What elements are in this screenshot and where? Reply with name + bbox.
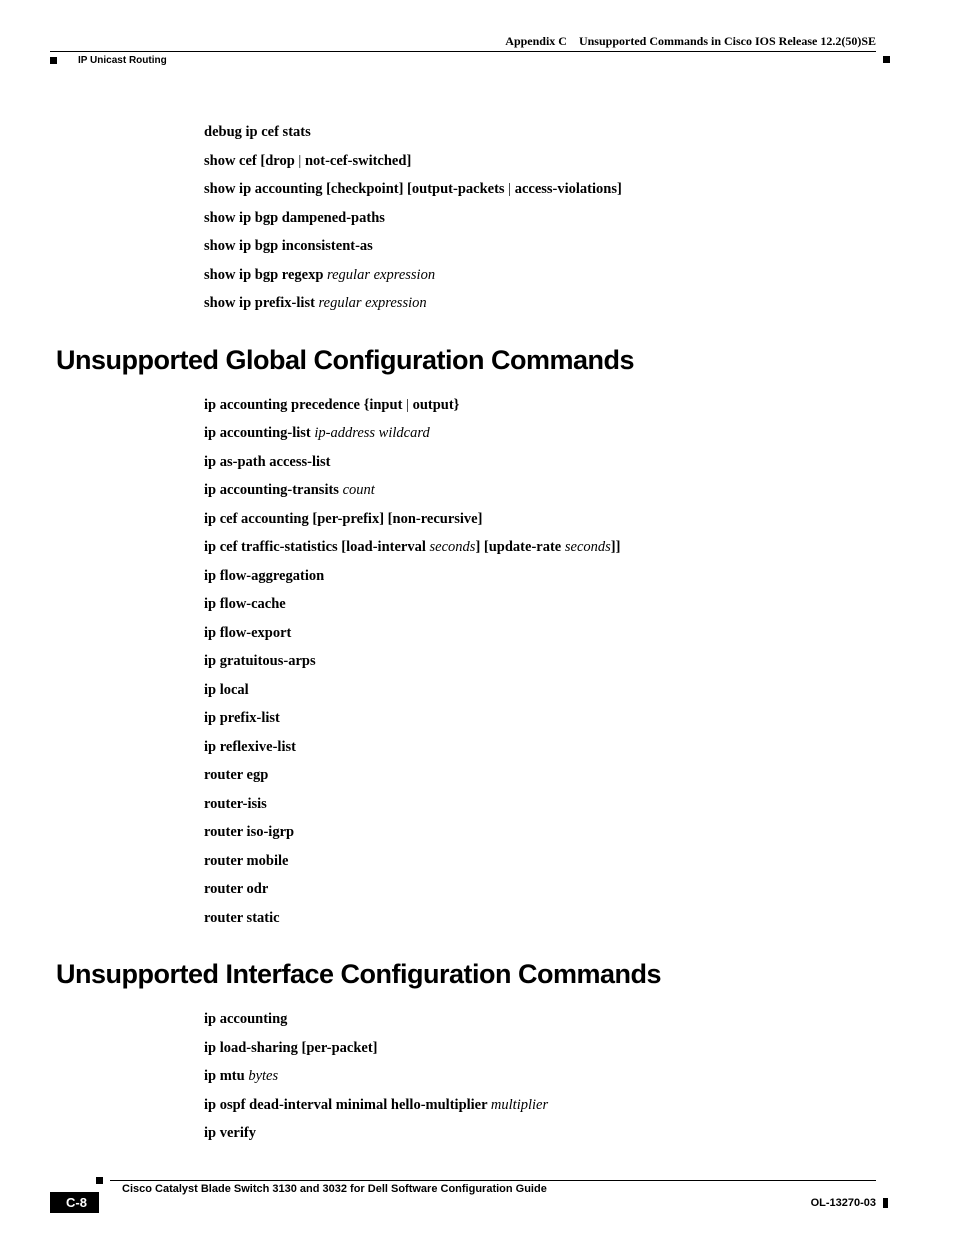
command-line: ip flow-export (204, 626, 876, 641)
command-line: ip as-path access-list (204, 455, 876, 470)
command-block-1: debug ip cef stats show cef [drop | not-c… (204, 125, 876, 311)
command-line: router mobile (204, 854, 876, 869)
command-line: router odr (204, 882, 876, 897)
command-line: show ip bgp inconsistent-as (204, 239, 876, 254)
command-line: ip accounting-list ip-address wildcard (204, 426, 876, 441)
section-title: IP Unicast Routing (50, 55, 876, 66)
page-footer: Cisco Catalyst Blade Switch 3130 and 303… (50, 1180, 876, 1195)
heading-global-config: Unsupported Global Configuration Command… (56, 345, 876, 376)
command-line: show ip bgp regexp regular expression (204, 268, 876, 283)
command-line: show cef [drop | not-cef-switched] (204, 154, 876, 169)
command-line: ip prefix-list (204, 711, 876, 726)
section-header: IP Unicast Routing (50, 55, 876, 69)
command-line: router-isis (204, 797, 876, 812)
command-line: show ip bgp dampened-paths (204, 211, 876, 226)
command-line: debug ip cef stats (204, 125, 876, 140)
command-line: show ip prefix-list regular expression (204, 296, 876, 311)
appendix-label: Appendix C (505, 34, 567, 48)
page-content: debug ip cef stats show cef [drop | not-c… (56, 125, 876, 1155)
command-line: router static (204, 911, 876, 926)
command-line: ip verify (204, 1126, 876, 1141)
heading-interface-config: Unsupported Interface Configuration Comm… (56, 959, 876, 990)
running-header: Appendix C Unsupported Commands in Cisco… (50, 34, 876, 56)
command-line: ip load-sharing [per-packet] (204, 1041, 876, 1056)
command-line: ip accounting (204, 1012, 876, 1027)
header-marker-icon (883, 56, 890, 63)
command-line: ip cef traffic-statistics [load-interval… (204, 540, 876, 555)
command-line: show ip accounting [checkpoint] [output-… (204, 182, 876, 197)
page-number: C-8 (50, 1192, 99, 1213)
command-line: ip gratuitous-arps (204, 654, 876, 669)
header-marker-icon (50, 57, 57, 64)
command-line: router egp (204, 768, 876, 783)
command-block-2: ip accounting precedence {input | output… (204, 398, 876, 926)
command-line: ip ospf dead-interval minimal hello-mult… (204, 1098, 876, 1113)
doc-marker-icon (883, 1198, 888, 1208)
command-line: ip accounting-transits count (204, 483, 876, 498)
command-line: ip cef accounting [per-prefix] [non-recu… (204, 512, 876, 527)
command-line: ip mtu bytes (204, 1069, 876, 1084)
command-block-3: ip accounting ip load-sharing [per-packet… (204, 1012, 876, 1141)
command-line: ip accounting precedence {input | output… (204, 398, 876, 413)
command-line: ip reflexive-list (204, 740, 876, 755)
command-line: router iso-igrp (204, 825, 876, 840)
command-line: ip flow-aggregation (204, 569, 876, 584)
footer-marker-icon (96, 1177, 103, 1184)
footer-book-title: Cisco Catalyst Blade Switch 3130 and 303… (110, 1181, 876, 1195)
document-number: OL-13270-03 (811, 1197, 876, 1209)
command-line: ip local (204, 683, 876, 698)
command-line: ip flow-cache (204, 597, 876, 612)
appendix-title: Unsupported Commands in Cisco IOS Releas… (579, 34, 876, 48)
